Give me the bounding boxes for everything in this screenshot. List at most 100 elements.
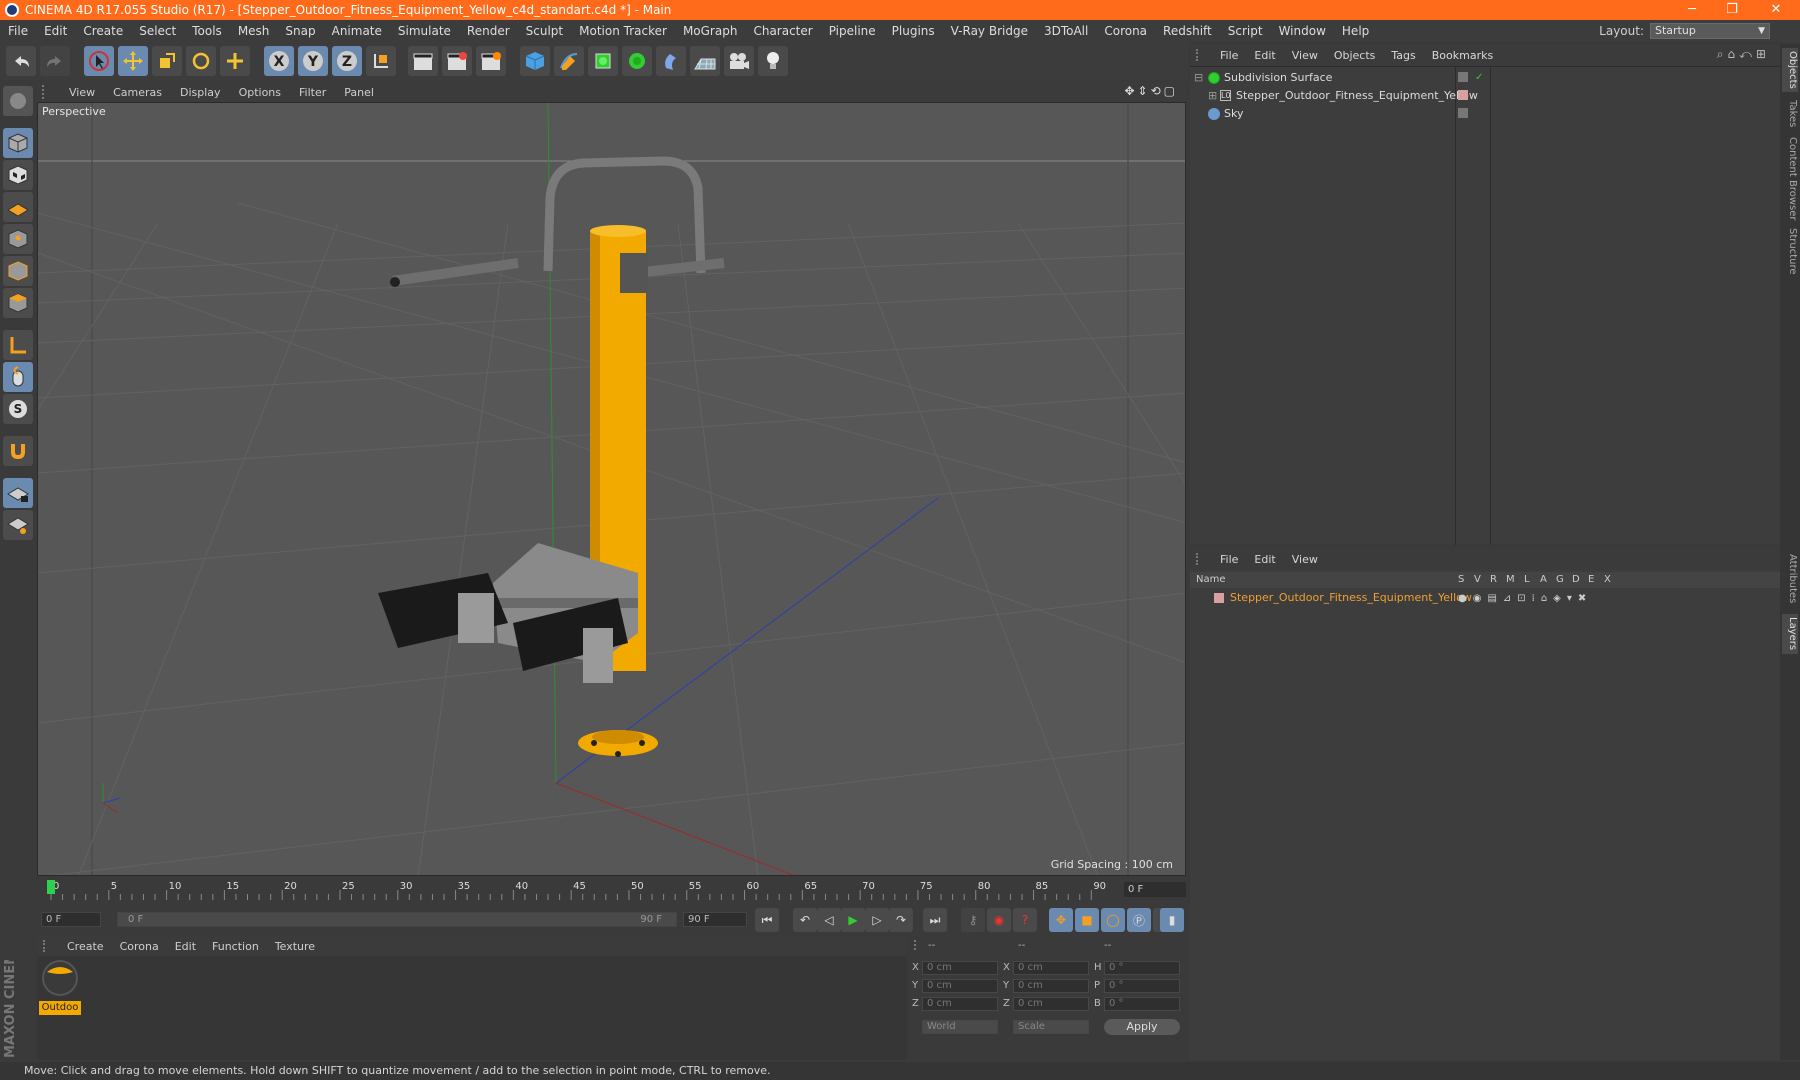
om-menu-objects[interactable]: Objects xyxy=(1326,49,1384,62)
menu-edit[interactable]: Edit xyxy=(36,24,75,38)
visibility-editor-icon[interactable] xyxy=(1458,72,1468,82)
tab-structure[interactable]: Structure xyxy=(1782,226,1798,276)
mat-menu-edit[interactable]: Edit xyxy=(167,940,204,953)
play-button[interactable]: ▶ xyxy=(841,908,865,932)
menu-window[interactable]: Window xyxy=(1271,24,1334,38)
render-picture-viewer-button[interactable] xyxy=(442,46,472,76)
planar-workplane-button[interactable] xyxy=(3,510,33,540)
om-search-home-icons[interactable]: ⌕⌂⤺⊞ xyxy=(1717,47,1770,62)
go-to-start-button[interactable]: ⏮ xyxy=(755,908,779,932)
y-axis-button[interactable]: Y xyxy=(298,46,328,76)
snapping-button[interactable]: S xyxy=(3,394,33,424)
edges-mode-button[interactable] xyxy=(3,256,33,286)
om-menu-tags[interactable]: Tags xyxy=(1383,49,1423,62)
rotate-tool-button[interactable] xyxy=(186,46,216,76)
position-y-field[interactable]: 0 cm xyxy=(922,979,998,993)
x-axis-button[interactable]: X xyxy=(264,46,294,76)
subdivision-button[interactable] xyxy=(588,46,618,76)
coordinate-mode-select[interactable]: World xyxy=(922,1020,998,1034)
key-rotation-button[interactable]: ◯ xyxy=(1101,908,1125,932)
restore-button[interactable]: ❐ xyxy=(1712,0,1752,20)
move-tool-button[interactable] xyxy=(118,46,148,76)
size-y-field[interactable]: 0 cm xyxy=(1013,979,1089,993)
redo-button[interactable] xyxy=(40,46,70,76)
menu-select[interactable]: Select xyxy=(131,24,184,38)
menu-script[interactable]: Script xyxy=(1220,24,1271,38)
layer-color-swatch[interactable] xyxy=(1214,593,1224,603)
tweak-mode-button[interactable] xyxy=(3,362,33,392)
tab-takes[interactable]: Takes xyxy=(1782,96,1798,132)
prev-frame-button[interactable]: ◁ xyxy=(817,908,841,932)
record-keys-button[interactable]: ⚷ xyxy=(961,908,985,932)
magnet-button[interactable] xyxy=(3,436,33,466)
menu-snap[interactable]: Snap xyxy=(277,24,323,38)
lm-menu-edit[interactable]: Edit xyxy=(1246,553,1283,566)
object-row-subdivision[interactable]: ⊟ Subdivision Surface ✓ xyxy=(1190,69,1780,87)
axis-mode-button[interactable] xyxy=(3,330,33,360)
om-menu-bookmarks[interactable]: Bookmarks xyxy=(1424,49,1501,62)
menu-mograph[interactable]: MoGraph xyxy=(675,24,746,38)
workplane-mode-button[interactable] xyxy=(3,192,33,222)
om-menu-file[interactable]: File xyxy=(1212,49,1246,62)
playhead[interactable] xyxy=(47,880,55,894)
menu-mesh[interactable]: Mesh xyxy=(230,24,278,38)
menu-plugins[interactable]: Plugins xyxy=(884,24,943,38)
viewport-nav-icons[interactable]: ✥⇕⟲▢ xyxy=(1124,84,1178,98)
render-settings-button[interactable] xyxy=(476,46,506,76)
close-button[interactable]: ✕ xyxy=(1756,0,1796,20)
minimize-button[interactable]: ─ xyxy=(1672,0,1712,20)
polygons-mode-button[interactable] xyxy=(3,288,33,318)
object-row-stepper[interactable]: ⊞ L0 Stepper_Outdoor_Fitness_Equipment_Y… xyxy=(1190,87,1780,105)
prev-key-button[interactable]: ↶ xyxy=(793,908,817,932)
floor-button[interactable] xyxy=(690,46,720,76)
z-axis-button[interactable]: Z xyxy=(332,46,362,76)
texture-mode-button[interactable] xyxy=(3,160,33,190)
layout-select[interactable]: Startup ▼ xyxy=(1650,23,1770,39)
layer-row[interactable]: Stepper_Outdoor_Fitness_Equipment_Yellow… xyxy=(1190,589,1780,607)
menu-redshift[interactable]: Redshift xyxy=(1155,24,1220,38)
vp-menu-cameras[interactable]: Cameras xyxy=(104,86,171,99)
tab-layers[interactable]: Layers xyxy=(1782,614,1798,654)
object-row-sky[interactable]: Sky xyxy=(1190,105,1780,123)
menu-file[interactable]: File xyxy=(0,24,36,38)
menu-simulate[interactable]: Simulate xyxy=(390,24,459,38)
layer-color-tag[interactable] xyxy=(1458,90,1468,100)
om-menu-view[interactable]: View xyxy=(1284,49,1326,62)
next-frame-button[interactable]: ▷ xyxy=(865,908,889,932)
lm-menu-file[interactable]: File xyxy=(1212,553,1246,566)
cube-object-button[interactable] xyxy=(520,46,550,76)
menu-create[interactable]: Create xyxy=(75,24,131,38)
om-menu-edit[interactable]: Edit xyxy=(1246,49,1283,62)
menu-vray-bridge[interactable]: V-Ray Bridge xyxy=(943,24,1036,38)
render-view-button[interactable] xyxy=(408,46,438,76)
timeline-window-button[interactable]: ▮ xyxy=(1160,908,1184,932)
size-z-field[interactable]: 0 cm xyxy=(1013,997,1089,1011)
apply-button[interactable]: Apply xyxy=(1104,1019,1180,1035)
mat-menu-corona[interactable]: Corona xyxy=(112,940,167,953)
vp-menu-view[interactable]: View xyxy=(60,86,104,99)
rotation-h-field[interactable]: 0 ° xyxy=(1104,961,1180,975)
frame-range-slider[interactable]: 0 F 90 F xyxy=(117,912,677,927)
menu-3dtoall[interactable]: 3DToAll xyxy=(1036,24,1096,38)
pen-spline-button[interactable] xyxy=(554,46,584,76)
size-x-field[interactable]: 0 cm xyxy=(1013,961,1089,975)
current-frame-field[interactable]: 0 F xyxy=(1124,882,1186,897)
menu-corona[interactable]: Corona xyxy=(1096,24,1155,38)
key-scale-button[interactable]: ■ xyxy=(1075,908,1099,932)
next-key-button[interactable]: ↷ xyxy=(889,908,913,932)
frame-ruler[interactable]: 0 5 10 15 20 25 30 35 40 45 50 55 60 65 70 75 80 85 90 xyxy=(47,878,1122,900)
vp-menu-options[interactable]: Options xyxy=(230,86,290,99)
end-frame-field[interactable]: 90 F xyxy=(683,912,747,927)
camera-button[interactable] xyxy=(724,46,754,76)
locked-workplane-button[interactable] xyxy=(3,478,33,508)
coordinate-system-button[interactable] xyxy=(366,46,396,76)
menu-sculpt[interactable]: Sculpt xyxy=(518,24,571,38)
light-button[interactable] xyxy=(758,46,788,76)
collapse-icon[interactable]: ⊟ xyxy=(1194,69,1203,87)
mat-menu-create[interactable]: Create xyxy=(59,940,112,953)
visibility-editor-icon[interactable] xyxy=(1458,108,1468,118)
auto-key-button[interactable]: ◉ xyxy=(987,908,1011,932)
key-parameter-button[interactable]: Ⓟ xyxy=(1127,908,1151,932)
rotation-p-field[interactable]: 0 ° xyxy=(1104,979,1180,993)
last-tool-button[interactable] xyxy=(220,46,250,76)
